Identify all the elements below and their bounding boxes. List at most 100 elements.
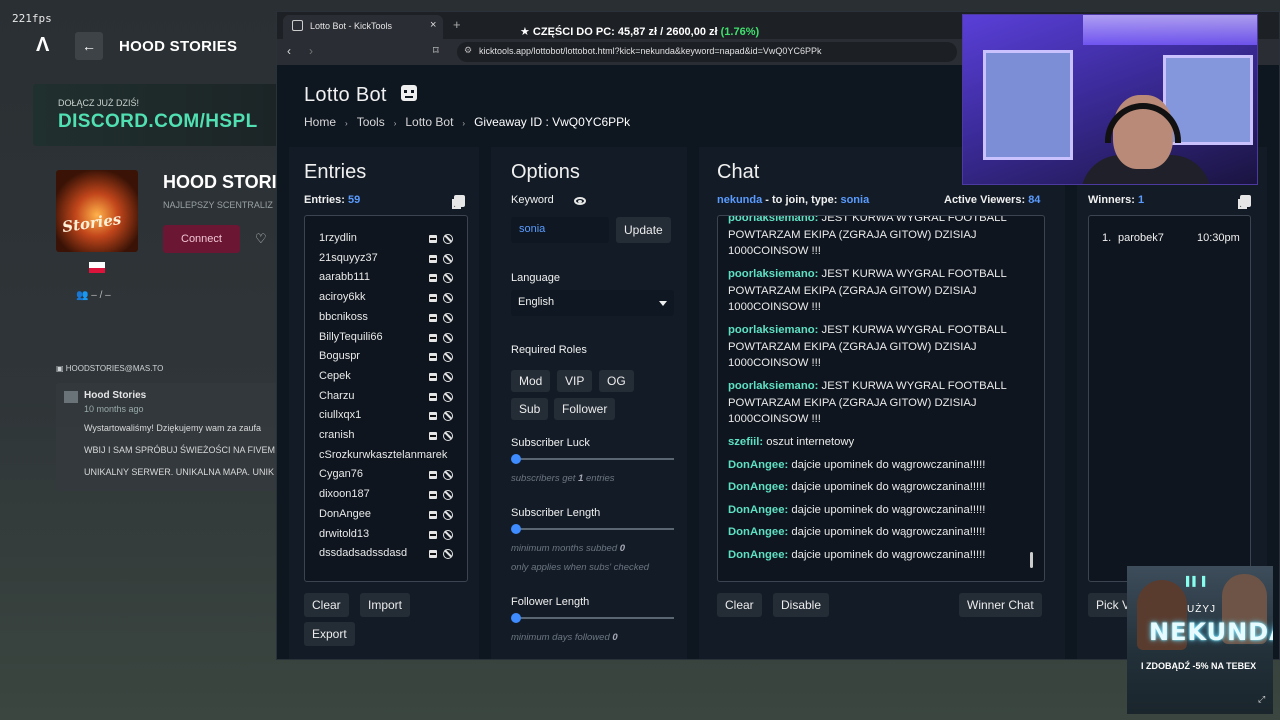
import-entries-button[interactable]: Import [360, 593, 411, 617]
chat-username[interactable]: DonAngee: [728, 481, 788, 493]
remove-entry-icon[interactable] [429, 491, 437, 500]
remove-entry-icon[interactable] [429, 471, 437, 480]
ban-user-icon[interactable] [443, 431, 453, 441]
chat-username[interactable]: poorlaksiemano: [728, 324, 818, 336]
chat-text: dajcie upominek do wągrowczanina!!!!! [791, 548, 986, 561]
remove-entry-icon[interactable] [429, 274, 437, 283]
export-entries-button[interactable]: Export [304, 622, 355, 646]
breadcrumb-home[interactable]: Home [304, 115, 336, 129]
copy-entries-icon[interactable] [452, 195, 465, 209]
entries-list[interactable]: 1rzydlin 21squyyz37 aarabb111 aciroy6kk bbcn… [304, 215, 468, 582]
remove-entry-icon[interactable] [429, 333, 437, 342]
channel-name[interactable]: nekunda [717, 194, 762, 206]
remove-entry-icon[interactable] [429, 353, 437, 362]
browser-tab[interactable]: Lotto Bot - KickTools × [283, 15, 443, 39]
chat-username[interactable]: poorlaksiemano: [728, 216, 818, 224]
ban-user-icon[interactable] [443, 273, 453, 284]
chat-username[interactable]: poorlaksiemano: [728, 268, 818, 280]
role-follower-toggle[interactable]: Follower [554, 398, 616, 420]
role-og-toggle[interactable]: OG [599, 370, 634, 392]
follower-length-slider[interactable] [511, 613, 521, 623]
winners-list[interactable]: 1. parobek7 10:30pm [1088, 215, 1251, 582]
entry-name: 21squyyz37 [319, 251, 378, 264]
heart-icon[interactable]: ♡ [255, 231, 267, 247]
chat-username[interactable]: poorlaksiemano: [728, 380, 818, 392]
chat-username[interactable]: szefiil: [728, 436, 763, 448]
url-input[interactable]: ⚙ kicktools.app/lottobot/lottobot.html?k… [457, 42, 957, 62]
ban-user-icon[interactable] [443, 293, 453, 304]
language-select[interactable]: English [511, 290, 674, 316]
chat-panel: Chat nekunda - to join, type: sonia Acti… [699, 147, 1065, 659]
keyword-input[interactable]: sonia [511, 217, 609, 243]
giveaway-id: VwQ0YC6PPk [552, 115, 631, 129]
ban-user-icon[interactable] [443, 234, 453, 244]
winner-chat-button[interactable]: Winner Chat [959, 593, 1042, 617]
breadcrumb-lotto-bot[interactable]: Lotto Bot [405, 115, 453, 129]
remove-entry-icon[interactable] [429, 530, 437, 539]
ban-user-icon[interactable] [443, 490, 453, 501]
role-vip-toggle[interactable]: VIP [557, 370, 593, 392]
clear-entries-button[interactable]: Clear [304, 593, 349, 617]
pick-winner-button[interactable]: Pick V [1088, 593, 1132, 617]
remove-entry-icon[interactable] [429, 294, 437, 303]
chat-username[interactable]: DonAngee: [728, 459, 788, 471]
chat-username[interactable]: DonAngee: [728, 549, 788, 561]
remove-entry-icon[interactable] [429, 254, 437, 263]
ban-user-icon[interactable] [443, 529, 453, 540]
chat-log[interactable]: poorlaksiemano: JEST KURWA WYGRAL FOOTBA… [717, 215, 1045, 582]
ban-user-icon[interactable] [443, 253, 453, 264]
subscriber-luck-slider[interactable] [511, 454, 521, 464]
language-label: Language [511, 272, 560, 284]
tab-title: Lotto Bot - KickTools [310, 21, 393, 31]
remove-entry-icon[interactable] [429, 432, 437, 440]
close-tab-icon[interactable]: × [430, 19, 436, 31]
ban-user-icon[interactable] [443, 391, 453, 402]
remove-entry-icon[interactable] [429, 510, 437, 519]
chat-scrollbar[interactable] [1030, 552, 1033, 568]
copy-winners-icon[interactable] [1238, 195, 1251, 209]
remove-entry-icon[interactable] [429, 412, 437, 421]
role-sub-toggle[interactable]: Sub [511, 398, 549, 420]
disable-chat-button[interactable]: Disable [773, 593, 830, 617]
remove-entry-icon[interactable] [429, 235, 437, 243]
news-card[interactable]: Hood Stories 10 months ago Wystartowaliś… [56, 383, 278, 491]
entry-name: aarabb111 [319, 271, 370, 284]
site-settings-icon[interactable]: ⚙ [464, 45, 472, 56]
ban-user-icon[interactable] [443, 332, 453, 343]
entries-count-value: 59 [348, 194, 361, 206]
breadcrumb-tools[interactable]: Tools [357, 115, 385, 129]
ban-user-icon[interactable] [443, 549, 453, 560]
back-arrow-icon[interactable]: ‹ [287, 44, 291, 58]
back-button[interactable]: ← [75, 32, 103, 60]
sponsor-ad-overlay: ▌▌▐ UŻYJ NEKUNDA I ZDOBĄDŹ -5% NA TEBEX … [1127, 566, 1273, 714]
donation-goal-percent: (1.76%) [720, 26, 760, 38]
ban-user-icon[interactable] [443, 509, 453, 520]
chat-username[interactable]: DonAngee: [728, 526, 788, 538]
update-keyword-button[interactable]: Update [616, 217, 671, 243]
bookmark-icon[interactable]: ⌑ [433, 44, 439, 57]
remove-entry-icon[interactable] [429, 372, 437, 381]
eye-icon[interactable] [574, 197, 586, 205]
remove-entry-icon[interactable] [429, 392, 437, 401]
entry-name: Boguspr [319, 350, 360, 363]
clear-chat-button[interactable]: Clear [717, 593, 762, 617]
ban-user-icon[interactable] [443, 411, 453, 422]
subscriber-length-slider[interactable] [511, 524, 521, 534]
winner-name[interactable]: parobek7 [1118, 232, 1164, 244]
ban-user-icon[interactable] [443, 312, 453, 323]
ban-user-icon[interactable] [443, 371, 453, 382]
ban-user-icon[interactable] [443, 470, 453, 481]
discord-banner[interactable]: DOŁĄCZ JUŻ DZIŚ! DISCORD.COM/HSPL [33, 84, 283, 146]
role-mod-toggle[interactable]: Mod [511, 370, 551, 392]
forward-arrow-icon[interactable]: › [309, 44, 313, 58]
remove-entry-icon[interactable] [429, 313, 437, 322]
webcam-led-light [1083, 15, 1257, 45]
new-tab-icon[interactable]: + [453, 17, 461, 32]
ban-user-icon[interactable] [443, 352, 453, 363]
remove-entry-icon[interactable] [429, 550, 437, 559]
entry-row: aciroy6kk [305, 291, 467, 309]
news-avatar-icon [64, 391, 78, 403]
launcher-logo-icon[interactable]: Λ [36, 34, 49, 57]
connect-button[interactable]: Connect [163, 225, 240, 253]
chat-username[interactable]: DonAngee: [728, 504, 788, 516]
